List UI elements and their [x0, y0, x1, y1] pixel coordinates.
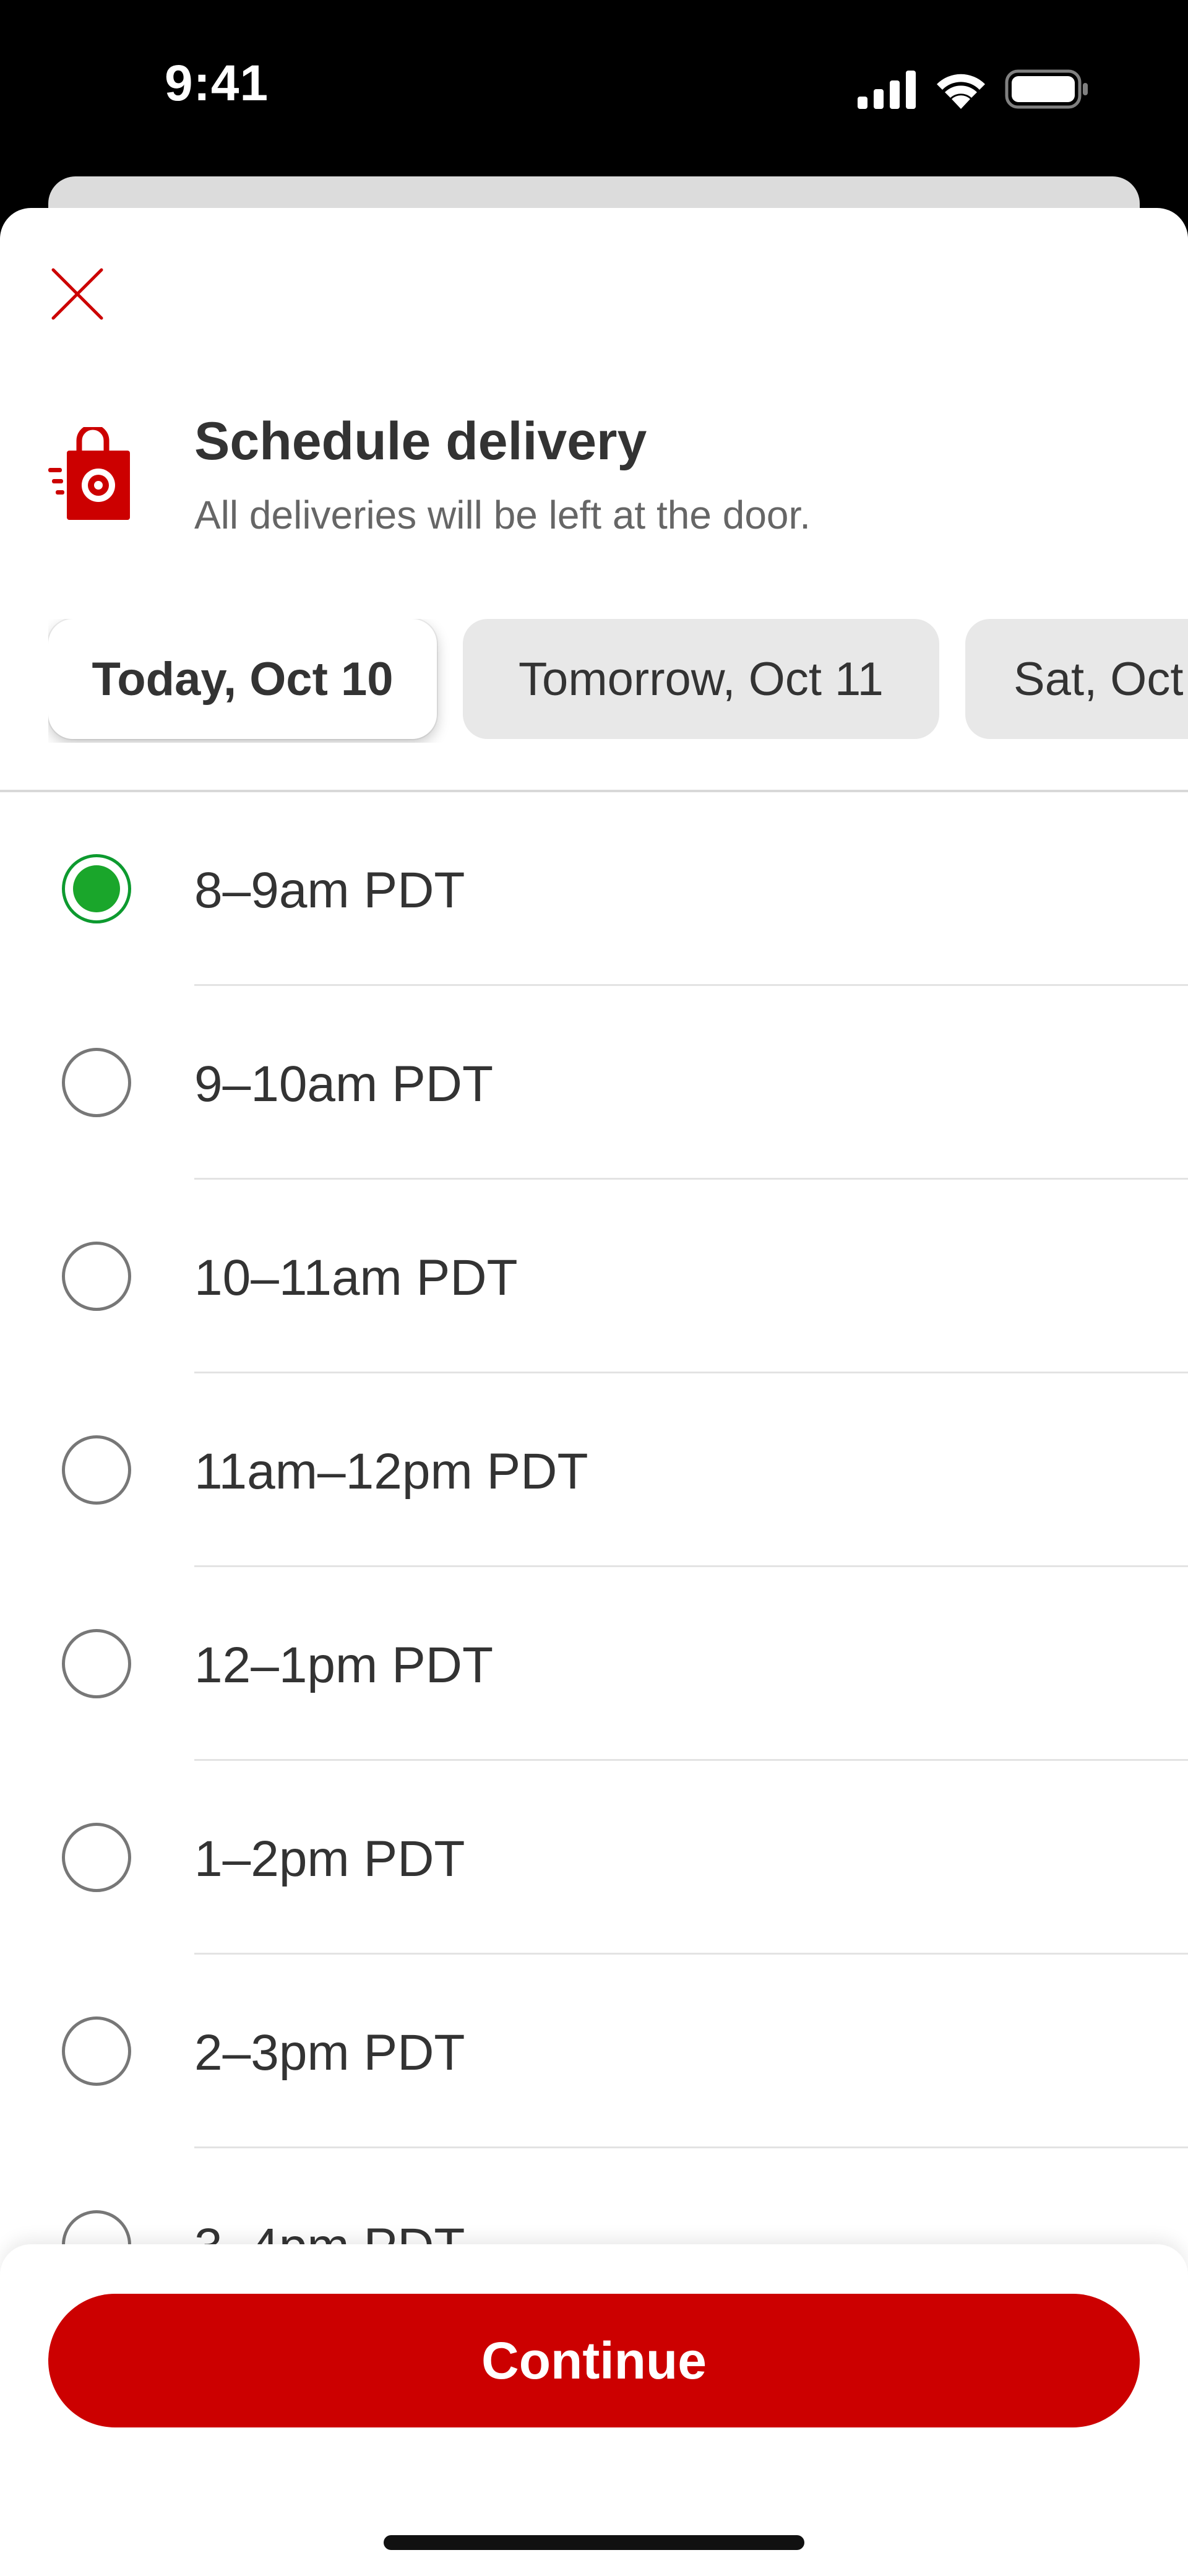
- time-slot-row[interactable]: 11am–12pm PDT: [0, 1373, 1188, 1567]
- status-bar: 9:41: [0, 0, 1188, 179]
- time-slot-label: 9–10am PDT: [194, 1056, 494, 1112]
- time-slot-row[interactable]: 3–4pm PDT: [0, 2148, 1188, 2247]
- continue-button[interactable]: Continue: [48, 2294, 1140, 2427]
- close-button[interactable]: [43, 260, 111, 328]
- radio-button[interactable]: [62, 1823, 131, 1892]
- radio-button[interactable]: [62, 1435, 131, 1505]
- date-tab-today[interactable]: Today, Oct 10: [48, 619, 437, 739]
- footer-bar: Continue: [0, 2244, 1188, 2576]
- time-slot-row[interactable]: 2–3pm PDT: [0, 1955, 1188, 2148]
- wifi-icon: [937, 74, 985, 109]
- home-indicator: [384, 2535, 804, 2550]
- shopping-bag-delivery-icon: [48, 427, 130, 520]
- radio-button[interactable]: [62, 2016, 131, 2086]
- time-slot-row[interactable]: 1–2pm PDT: [0, 1761, 1188, 1955]
- battery-icon: [1005, 69, 1088, 109]
- radio-button[interactable]: [62, 1242, 131, 1311]
- close-icon: [51, 268, 103, 320]
- date-tabs: Today, Oct 10 Tomorrow, Oct 11 Sat, Oct: [48, 619, 1188, 743]
- time-slot-row[interactable]: 12–1pm PDT: [0, 1567, 1188, 1761]
- date-tab-tomorrow[interactable]: Tomorrow, Oct 11: [463, 619, 939, 739]
- time-slot-label: 8–9am PDT: [194, 862, 465, 918]
- radio-button[interactable]: [62, 1629, 131, 1698]
- time-slot-row[interactable]: 8–9am PDT: [0, 792, 1188, 986]
- time-slot-list: 8–9am PDT 9–10am PDT 10–11am PDT 11am–12…: [0, 792, 1188, 2247]
- time-slot-label: 1–2pm PDT: [194, 1831, 465, 1887]
- radio-button[interactable]: [62, 2210, 131, 2247]
- page-subtitle: All deliveries will be left at the door.: [194, 493, 811, 537]
- time-slot-label: 11am–12pm PDT: [194, 1443, 588, 1500]
- radio-button[interactable]: [62, 1048, 131, 1117]
- time-slot-label: 3–4pm PDT: [194, 2218, 465, 2247]
- time-slot-row[interactable]: 10–11am PDT: [0, 1180, 1188, 1373]
- page-title: Schedule delivery: [194, 412, 647, 471]
- radio-button-selected[interactable]: [62, 854, 131, 923]
- time-slot-label: 10–11am PDT: [194, 1250, 518, 1306]
- cellular-signal-icon: [858, 71, 916, 109]
- status-time: 9:41: [165, 55, 269, 111]
- date-tab-saturday[interactable]: Sat, Oct: [965, 619, 1188, 739]
- time-slot-label: 12–1pm PDT: [194, 1637, 494, 1693]
- time-slot-row[interactable]: 9–10am PDT: [0, 986, 1188, 1180]
- status-icons: [858, 68, 1089, 109]
- time-slot-label: 2–3pm PDT: [194, 2025, 465, 2081]
